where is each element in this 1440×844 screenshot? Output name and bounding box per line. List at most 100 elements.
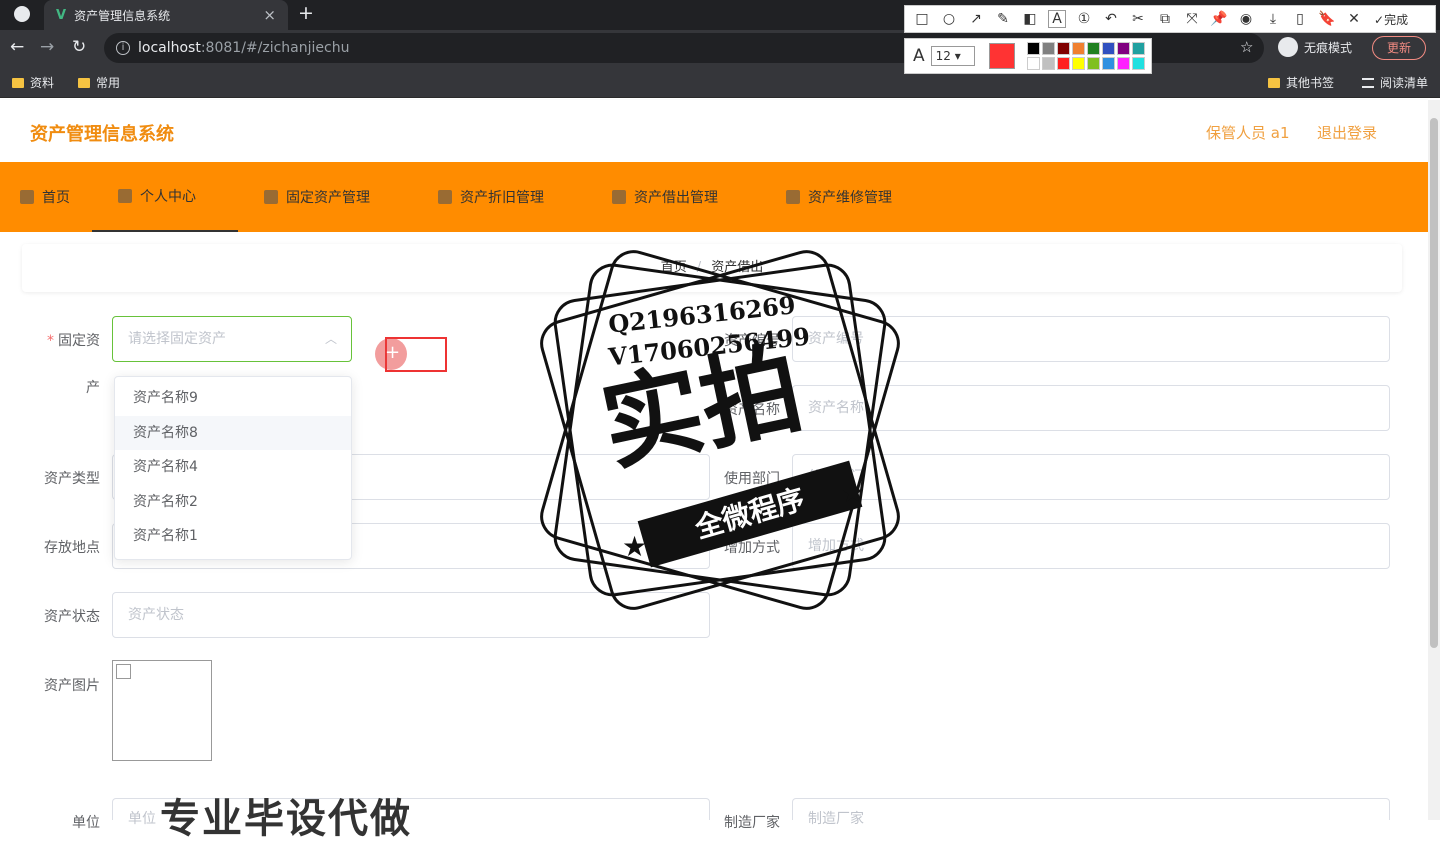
- color-swatch[interactable]: [1041, 57, 1055, 70]
- undo-icon[interactable]: ↶: [1102, 11, 1120, 27]
- color-swatch[interactable]: [1086, 57, 1100, 70]
- color-swatch[interactable]: [1071, 57, 1085, 70]
- font-size-value: 12: [935, 49, 951, 63]
- scrollbar-thumb[interactable]: [1430, 118, 1438, 648]
- bookmark-folder[interactable]: 资料: [12, 74, 54, 91]
- check-icon: ✓: [1374, 12, 1385, 27]
- dropdown-option[interactable]: 资产名称4: [115, 450, 351, 485]
- menu-label: 首页: [42, 190, 70, 206]
- required-mark: *: [47, 333, 54, 349]
- browser-tab[interactable]: V 资产管理信息系统 ×: [44, 0, 288, 30]
- phone-icon[interactable]: ▯: [1291, 11, 1309, 27]
- reading-list[interactable]: 阅读清单: [1362, 74, 1428, 91]
- number-tool-icon[interactable]: ①: [1075, 11, 1093, 27]
- breadcrumb-current: 资产借出: [711, 260, 764, 275]
- close-icon[interactable]: ✕: [1345, 11, 1363, 27]
- vue-logo-icon: V: [56, 7, 67, 23]
- fixed-asset-select[interactable]: 请选择固定资产 ︿: [112, 316, 352, 362]
- color-swatch[interactable]: [1056, 42, 1070, 55]
- expand-icon[interactable]: ⤧: [1183, 11, 1201, 27]
- copy-icon[interactable]: ⧉: [1156, 11, 1174, 27]
- status-input[interactable]: 资产状态: [112, 592, 710, 638]
- color-swatch[interactable]: [1071, 42, 1085, 55]
- color-swatch[interactable]: [1116, 42, 1130, 55]
- asset-image[interactable]: [112, 660, 212, 761]
- menu-item-depreciation[interactable]: 资产折旧管理: [438, 162, 544, 232]
- repair-icon: [786, 190, 800, 204]
- ellipse-tool-icon[interactable]: ○: [940, 11, 958, 27]
- dept-input[interactable]: 使用部门: [792, 454, 1390, 500]
- menu-item-fixed-assets[interactable]: 固定资产管理: [264, 162, 370, 232]
- menu-label: 固定资产管理: [286, 190, 370, 206]
- fixed-asset-label: * 固定资: [20, 330, 100, 350]
- incognito-indicator[interactable]: 无痕模式: [1278, 37, 1352, 57]
- font-icon: A: [913, 46, 925, 66]
- add-method-input[interactable]: 增加方式: [792, 523, 1390, 569]
- color-swatch[interactable]: [1116, 57, 1130, 70]
- main-menu: 首页 个人中心 固定资产管理 资产折旧管理 资产借出管理 资产维修管理: [0, 162, 1428, 232]
- new-tab-button[interactable]: +: [298, 2, 314, 24]
- color-swatch[interactable]: [1101, 57, 1115, 70]
- color-swatch[interactable]: [1026, 42, 1040, 55]
- pin-icon[interactable]: 📌: [1210, 11, 1228, 27]
- reload-icon[interactable]: ↻: [72, 37, 86, 57]
- broken-image-icon: [116, 664, 131, 679]
- menu-item-profile[interactable]: 个人中心: [92, 162, 238, 232]
- page-scrollbar[interactable]: [1428, 100, 1440, 820]
- close-tab-icon[interactable]: ×: [263, 6, 276, 24]
- menu-label: 资产折旧管理: [460, 190, 544, 206]
- arrow-tool-icon[interactable]: ↗: [967, 11, 985, 27]
- home-icon: [20, 190, 34, 204]
- color-swatch[interactable]: [1056, 57, 1070, 70]
- dropdown-option[interactable]: 资产名称8: [115, 415, 351, 450]
- url-path: :8081/#/zichanjiechu: [200, 40, 350, 56]
- color-swatch[interactable]: [1101, 42, 1115, 55]
- asset-no-input[interactable]: 资产编号: [792, 316, 1390, 362]
- incognito-label: 无痕模式: [1304, 40, 1353, 55]
- color-swatch[interactable]: [1041, 42, 1055, 55]
- rect-tool-icon[interactable]: □: [913, 11, 931, 27]
- placeholder: 制造厂家: [808, 811, 864, 827]
- dropdown-option[interactable]: 资产名称9: [115, 381, 351, 416]
- update-button[interactable]: 更新: [1372, 36, 1427, 60]
- url-host: localhost: [138, 40, 201, 56]
- logout-link[interactable]: 退出登录: [1317, 122, 1377, 143]
- maker-input[interactable]: 制造厂家: [792, 798, 1390, 827]
- watermark-bottom-text: 专业毕设代做: [160, 796, 412, 842]
- menu-item-lending[interactable]: 资产借出管理: [612, 162, 718, 232]
- color-swatch[interactable]: [1086, 42, 1100, 55]
- dropdown-option[interactable]: 资产名称1: [115, 519, 351, 554]
- pen-tool-icon[interactable]: ✎: [994, 11, 1012, 27]
- menu-item-home[interactable]: 首页: [20, 162, 70, 232]
- location-label: 存放地点: [44, 540, 100, 556]
- back-icon[interactable]: ←: [10, 37, 24, 57]
- font-size-select[interactable]: 12 ▾: [930, 46, 975, 66]
- mosaic-tool-icon[interactable]: ◧: [1021, 11, 1039, 27]
- done-button[interactable]: ✓完成: [1374, 11, 1408, 28]
- color-swatch[interactable]: [1131, 57, 1145, 70]
- text-style-toolbar: A 12 ▾: [904, 38, 1152, 74]
- color-swatch[interactable]: [1131, 42, 1145, 55]
- record-icon[interactable]: ◉: [1237, 11, 1255, 27]
- breadcrumb-home[interactable]: 首页: [661, 260, 687, 275]
- dropdown-option[interactable]: 资产名称2: [115, 485, 351, 520]
- info-icon[interactable]: i: [116, 41, 130, 55]
- download-icon[interactable]: ⤓: [1264, 11, 1282, 27]
- cut-icon[interactable]: ✂: [1129, 11, 1147, 27]
- bookmark-star-icon[interactable]: ☆: [1240, 38, 1253, 56]
- asset-name-input[interactable]: 资产名称: [792, 385, 1390, 431]
- other-bookmarks[interactable]: 其他书签: [1268, 74, 1334, 91]
- bookmark-folder[interactable]: 常用: [78, 74, 120, 91]
- forward-icon[interactable]: →: [40, 37, 54, 57]
- asset-no-label: 资产编号: [724, 333, 780, 349]
- bookmark-icon[interactable]: 🔖: [1318, 11, 1336, 27]
- app-header: 资产管理信息系统 保管人员 a1 退出登录: [0, 100, 1428, 162]
- bookmarks-bar: 资料 常用 其他书签 阅读清单: [0, 66, 1440, 98]
- user-icon: [118, 189, 132, 203]
- text-tool-icon[interactable]: A: [1048, 10, 1066, 28]
- current-color-swatch[interactable]: [988, 43, 1015, 69]
- menu-item-repair[interactable]: 资产维修管理: [786, 162, 892, 232]
- color-swatch[interactable]: [1026, 57, 1040, 70]
- bookmark-label: 资料: [30, 76, 55, 90]
- fixed-asset-label-wrap: 产: [86, 380, 100, 396]
